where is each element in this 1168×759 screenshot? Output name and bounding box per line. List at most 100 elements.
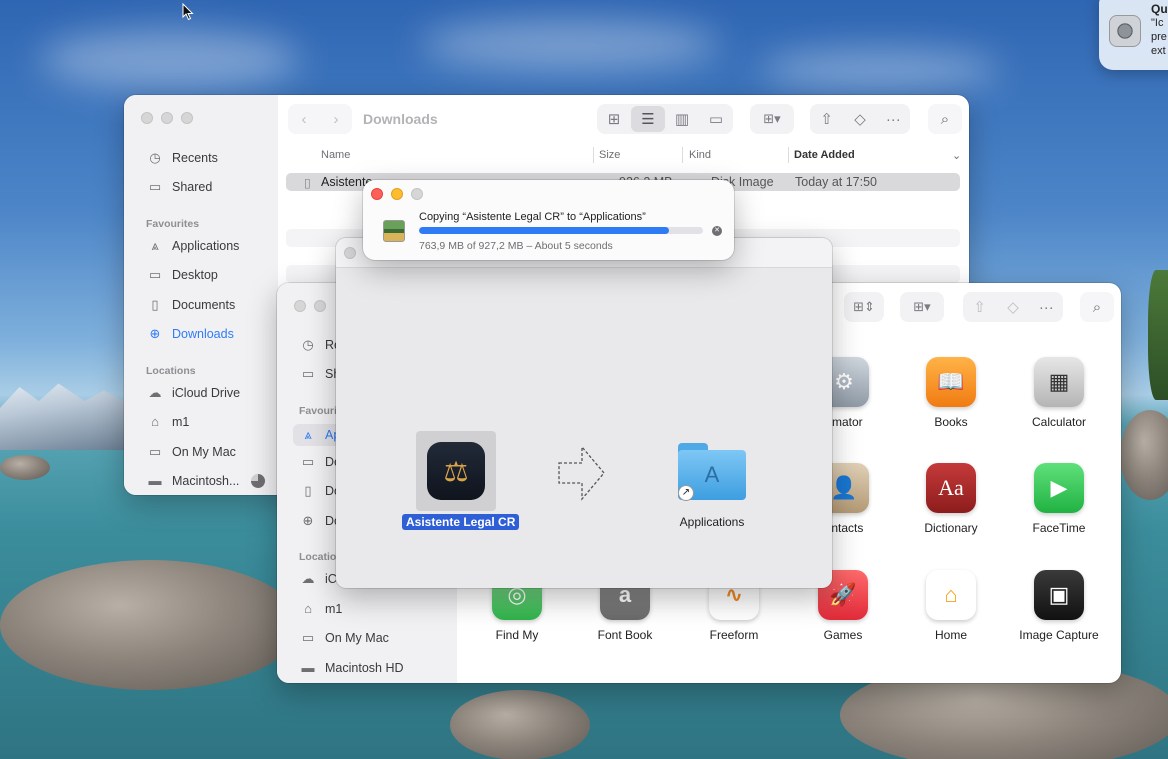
- sidebar-item-on-my-mac[interactable]: ▭ On My Mac: [146, 444, 236, 460]
- shared-folder-icon: ▭: [301, 366, 315, 381]
- column-separator: [593, 147, 594, 163]
- sidebar-item-desktop[interactable]: ▭ Desktop: [146, 267, 218, 283]
- sidebar-item-downloads[interactable]: ⊕ Do: [299, 513, 341, 529]
- file-date-added: Today at 17:50: [795, 175, 878, 189]
- folder-icon: ▭: [148, 444, 162, 459]
- minimize-button[interactable]: [391, 188, 403, 200]
- sidebar-item-desktop[interactable]: ▭ De: [299, 454, 341, 470]
- sidebar-item-label: Macintosh...: [172, 473, 240, 488]
- app-label: Dictionary: [924, 521, 978, 535]
- back-button[interactable]: ‹: [288, 106, 320, 132]
- copy-progress-dialog[interactable]: Copying “Asistente Legal CR” to “Applica…: [363, 180, 734, 260]
- close-button[interactable]: [294, 300, 306, 312]
- minimize-button[interactable]: [161, 112, 173, 124]
- column-header-size[interactable]: Size: [599, 149, 620, 161]
- view-mode-group: ⊞ ☰ ▥ ▭: [597, 104, 733, 134]
- sidebar-item-documents[interactable]: ▯ Documents: [146, 297, 235, 313]
- sort-chevron-icon: ⌄: [952, 150, 962, 162]
- home-icon: ⌂: [151, 414, 159, 429]
- app-books[interactable]: 📖 Books: [896, 357, 1006, 429]
- sidebar-item-recents[interactable]: ◷ Recents: [146, 150, 218, 166]
- share-icon[interactable]: ⇧: [963, 294, 996, 320]
- sidebar-item-m1[interactable]: ⌂ m1: [299, 601, 342, 616]
- view-options-button[interactable]: ⊞⇕: [844, 292, 884, 322]
- sidebar-item-downloads[interactable]: ⊕ Downloads: [146, 326, 234, 342]
- close-button[interactable]: [344, 247, 356, 259]
- gallery-view-button[interactable]: ▭: [699, 106, 733, 132]
- copy-title: Copying “Asistente Legal CR” to “Applica…: [419, 211, 646, 223]
- tag-icon[interactable]: ◇: [843, 106, 876, 132]
- tag-icon[interactable]: ◇: [996, 294, 1029, 320]
- zoom-button[interactable]: [411, 188, 423, 200]
- forward-button[interactable]: ›: [320, 106, 352, 132]
- cancel-copy-button[interactable]: ✕: [712, 226, 722, 236]
- sidebar-item-label: Macintosh HD: [325, 660, 404, 675]
- notification-line: pre: [1151, 31, 1167, 43]
- notification-banner[interactable]: Qu "Ic pre ext: [1099, 0, 1168, 70]
- search-button[interactable]: ⌕: [928, 104, 962, 134]
- app-icon-asistente-legal[interactable]: ⚖: [416, 431, 496, 511]
- disk-image-file-icon: ▯: [304, 176, 311, 190]
- folder-icon: ▭: [301, 630, 315, 645]
- sidebar-item-on-my-mac[interactable]: ▭ On My Mac: [299, 630, 389, 646]
- grid-icon: ⊞⇕: [853, 299, 875, 314]
- app-image-capture[interactable]: ▣ Image Capture: [1004, 570, 1114, 642]
- actions-group: ⇧ ◇ ···: [810, 104, 910, 134]
- search-icon: ⌕: [940, 110, 950, 128]
- disk-image-installer-window[interactable]: ⚖ Asistente Legal CR A ↗ Applications: [336, 238, 832, 588]
- share-icon[interactable]: ⇧: [810, 106, 843, 132]
- app-label: Find My: [495, 628, 539, 642]
- applications-icon: ⩓: [304, 427, 312, 442]
- app-icon-label: Asistente Legal CR: [402, 514, 520, 530]
- column-header-name[interactable]: Name: [321, 149, 350, 161]
- sidebar-item-icloud-drive[interactable]: ☁ iCl: [299, 571, 340, 587]
- sidebar-item-recents[interactable]: ◷ Re: [299, 337, 341, 353]
- sidebar-item-label: Documents: [172, 298, 236, 312]
- sidebar-item-icloud-drive[interactable]: ☁ iCloud Drive: [146, 385, 241, 401]
- app-home[interactable]: ⌂ Home: [896, 570, 1006, 642]
- sidebar-item-label: Shared: [172, 180, 213, 194]
- window-controls: [141, 112, 193, 124]
- sidebar-item-shared[interactable]: ▭ Sh: [299, 366, 340, 382]
- app-label: Freeform: [709, 628, 759, 642]
- sidebar-item-macintosh-hd[interactable]: ▬ Macintosh HD: [299, 660, 404, 675]
- column-view-button[interactable]: ▥: [665, 106, 699, 132]
- window-title: Downloads: [363, 111, 438, 127]
- sidebar-item-label: m1: [172, 414, 190, 429]
- document-icon: ▯: [304, 483, 312, 498]
- applications-folder-shortcut[interactable]: A ↗: [676, 441, 748, 501]
- list-view-button[interactable]: ☰: [631, 106, 665, 132]
- close-button[interactable]: [371, 188, 383, 200]
- sidebar-item-m1[interactable]: ⌂ m1: [146, 414, 189, 429]
- navigation-buttons: ‹ ›: [288, 104, 352, 134]
- sidebar-item-applications[interactable]: ⩓ Applications: [146, 238, 239, 254]
- more-icon[interactable]: ···: [1030, 294, 1063, 320]
- sidebar-item-macintosh-hd[interactable]: ▬ Macintosh...: [146, 473, 266, 488]
- zoom-button[interactable]: [181, 112, 193, 124]
- search-button[interactable]: ⌕: [1080, 292, 1114, 322]
- arrow-right-icon: [558, 445, 605, 501]
- column-header-kind[interactable]: Kind: [689, 149, 711, 161]
- app-label: Books: [934, 415, 968, 429]
- download-icon: ⊕: [149, 326, 161, 341]
- sidebar-item-documents[interactable]: ▯ Do: [299, 483, 341, 499]
- icon-view-button[interactable]: ⊞: [597, 106, 631, 132]
- sidebar-item-label: Desktop: [172, 268, 218, 282]
- more-icon[interactable]: ···: [877, 106, 910, 132]
- column-header-date-added[interactable]: Date Added: [794, 149, 855, 161]
- clock-icon: ◷: [302, 337, 314, 352]
- sidebar-section-favourites: Favouri: [299, 405, 337, 417]
- app-calculator[interactable]: ▦ Calculator: [1004, 357, 1114, 429]
- minimize-button[interactable]: [314, 300, 326, 312]
- app-facetime[interactable]: ▶ FaceTime: [1004, 463, 1114, 535]
- app-label: Games: [823, 628, 863, 642]
- sidebar-item-shared[interactable]: ▭ Shared: [146, 179, 212, 195]
- copy-progress-bar: [419, 227, 703, 234]
- sidebar-item-label: On My Mac: [172, 445, 236, 459]
- app-dictionary[interactable]: Aa Dictionary: [896, 463, 1006, 535]
- close-button[interactable]: [141, 112, 153, 124]
- home-app-icon: ⌂: [926, 570, 976, 620]
- sidebar-section-favourites: Favourites: [146, 218, 200, 230]
- group-by-button[interactable]: ⊞▾: [900, 292, 944, 322]
- group-by-button[interactable]: ⊞▾: [750, 104, 794, 134]
